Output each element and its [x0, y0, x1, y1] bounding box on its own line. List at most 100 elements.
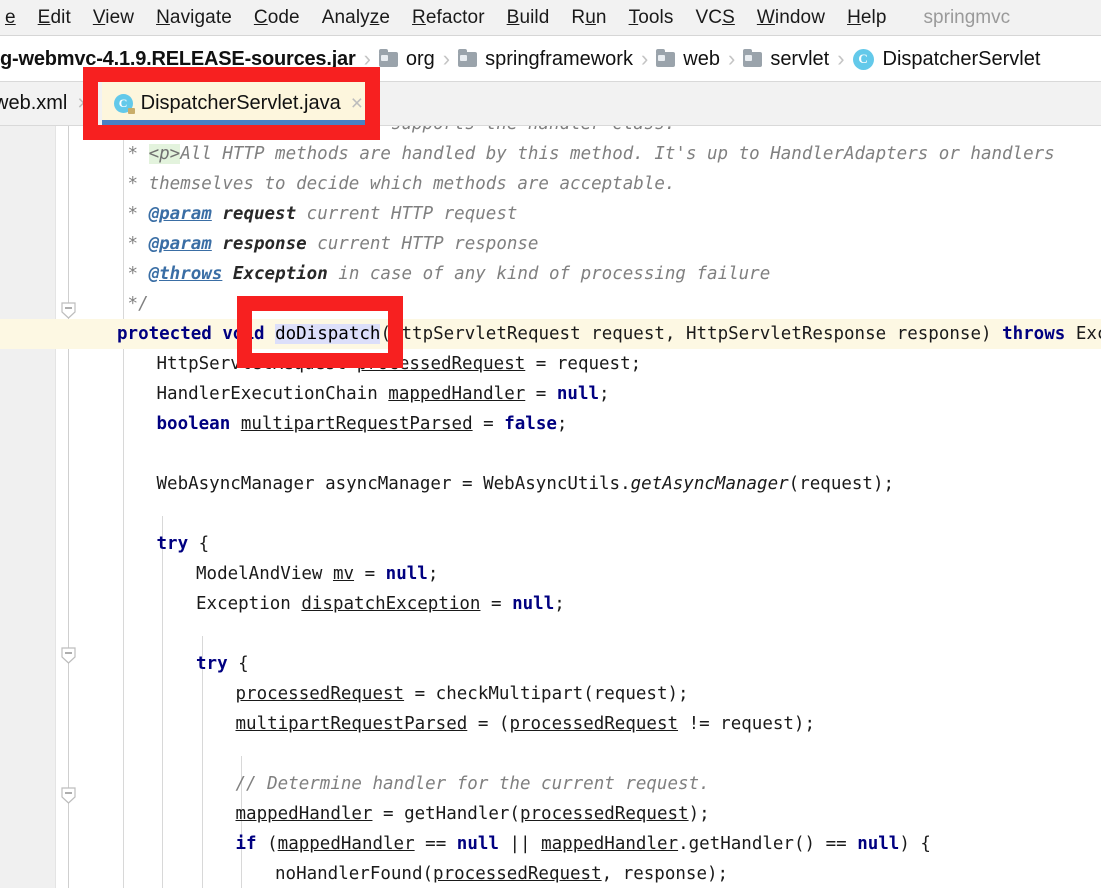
- folder-icon: [378, 48, 398, 67]
- code-line[interactable]: boolean multipartRequestParsed = false;: [0, 409, 1101, 439]
- code-token: current HTTP response: [306, 234, 539, 254]
- code-line[interactable]: multipartRequestParsed = (processedReque…: [0, 709, 1101, 739]
- breadcrumb-item-springframework[interactable]: springframework: [458, 48, 633, 71]
- menu-item-edit[interactable]: Edit: [27, 0, 82, 36]
- menu-item-tools[interactable]: Tools: [618, 0, 685, 36]
- code-token: response: [222, 234, 307, 254]
- code-token: = (: [467, 714, 510, 734]
- code-line[interactable]: // Determine handler for the current req…: [0, 769, 1101, 799]
- code-token: .getHandler() ==: [678, 834, 858, 854]
- code-token: @throws: [148, 264, 223, 284]
- code-line[interactable]: * @param response current HTTP response: [0, 229, 1101, 259]
- code-line[interactable]: noHandlerFound(processedRequest, respons…: [0, 859, 1101, 888]
- tab-label: web.xml: [0, 92, 68, 114]
- code-token: */: [117, 294, 149, 314]
- menu-item-run[interactable]: Run: [560, 0, 617, 36]
- code-token: dispatchException: [301, 594, 481, 614]
- code-token: != request);: [678, 714, 815, 734]
- breadcrumb-item-web[interactable]: web: [656, 48, 720, 71]
- code-token: current HTTP request: [296, 204, 518, 224]
- code-token: // Determine handler for the current req…: [235, 774, 710, 794]
- code-token: Exception: [196, 594, 302, 614]
- code-line[interactable]: HandlerExecutionChain mappedHandler = nu…: [0, 379, 1101, 409]
- code-line[interactable]: WebAsyncManager asyncManager = WebAsyncU…: [0, 469, 1101, 499]
- menu-bar: e Edit View Navigate Code Analyze Refactor Buil…: [0, 0, 1101, 36]
- code-editor[interactable]: @ * in find the first that supports the …: [0, 126, 1101, 888]
- code-token: null: [512, 594, 555, 614]
- code-token: mappedHandler: [235, 804, 373, 824]
- code-line[interactable]: [0, 739, 1101, 769]
- code-content[interactable]: * in find the first that supports the ha…: [0, 126, 1101, 888]
- code-token: in case of any kind of processing failur…: [327, 264, 771, 284]
- code-line[interactable]: try {: [0, 649, 1101, 679]
- folder-icon: [743, 48, 763, 67]
- code-token: =: [472, 414, 505, 434]
- code-token: try: [156, 534, 189, 554]
- breadcrumb-separator-icon: ›: [727, 46, 736, 71]
- code-line[interactable]: try {: [0, 529, 1101, 559]
- menu-item-refactor[interactable]: Refactor: [401, 0, 496, 36]
- code-token: boolean: [156, 414, 231, 434]
- code-line[interactable]: * @throws Exception in case of any kind …: [0, 259, 1101, 289]
- breadcrumb-item-org[interactable]: org: [378, 47, 435, 71]
- breadcrumb-separator-icon: ›: [640, 46, 649, 71]
- menu-item-e[interactable]: e: [0, 0, 27, 36]
- menu-item-code[interactable]: Code: [243, 0, 311, 36]
- class-icon: C: [852, 48, 874, 70]
- code-token: mappedHandler: [277, 834, 415, 854]
- code-token: =: [480, 594, 513, 614]
- code-line[interactable]: if (mappedHandler == null || mappedHandl…: [0, 829, 1101, 859]
- menu-item-build[interactable]: Build: [496, 0, 561, 36]
- code-line[interactable]: [0, 499, 1101, 529]
- code-token: null: [857, 834, 900, 854]
- code-line[interactable]: HttpServletRequest processedRequest = re…: [0, 349, 1101, 379]
- code-line[interactable]: [0, 439, 1101, 469]
- menu-item-vcs[interactable]: VCS: [684, 0, 745, 36]
- breadcrumb-label: springframework: [485, 47, 633, 70]
- code-token: ;: [599, 384, 610, 404]
- code-token: ==: [414, 834, 457, 854]
- code-line[interactable]: * themselves to decide which methods are…: [0, 169, 1101, 199]
- breadcrumb-label: DispatcherServlet: [882, 47, 1041, 70]
- code-token: protected: [117, 324, 212, 344]
- code-token: processedRequest: [519, 804, 689, 824]
- code-line[interactable]: protected void doDispatch(HttpServletReq…: [0, 319, 1101, 349]
- code-token: ) {: [899, 834, 931, 854]
- menu-item-analyze[interactable]: Analyze: [311, 0, 401, 36]
- menu-item-window[interactable]: Window: [746, 0, 836, 36]
- code-line[interactable]: processedRequest = checkMultipart(reques…: [0, 679, 1101, 709]
- code-token: mappedHandler: [541, 834, 679, 854]
- code-token: *: [117, 204, 149, 224]
- breadcrumb-label: org: [405, 47, 435, 70]
- code-token: try: [196, 654, 228, 674]
- code-token: request: [222, 204, 297, 224]
- code-line[interactable]: */: [0, 289, 1101, 319]
- menu-item-view[interactable]: View: [82, 0, 145, 36]
- code-token: if: [235, 834, 257, 854]
- code-line[interactable]: Exception dispatchException = null;: [0, 589, 1101, 619]
- code-token: ModelAndView: [196, 564, 333, 584]
- menu-item-help[interactable]: Help: [836, 0, 897, 36]
- menu-item-navigate[interactable]: Navigate: [145, 0, 243, 36]
- code-line[interactable]: mappedHandler = getHandler(processedRequ…: [0, 799, 1101, 829]
- code-token: ||: [498, 834, 542, 854]
- code-token: HandlerExecutionChain: [156, 384, 389, 404]
- code-token: Exception: [232, 264, 328, 284]
- code-line[interactable]: * @param request current HTTP request: [0, 199, 1101, 229]
- code-token: false: [504, 414, 557, 434]
- code-line[interactable]: [0, 619, 1101, 649]
- menu-items: e Edit View Navigate Code Analyze Refactor Buil…: [0, 0, 898, 36]
- code-token: processedRequest: [509, 714, 679, 734]
- code-token: processedRequest: [235, 684, 405, 704]
- code-line[interactable]: ModelAndView mv = null;: [0, 559, 1101, 589]
- project-name-label: springmvc: [923, 6, 1011, 28]
- code-token: =: [525, 384, 557, 404]
- code-token: =: [354, 564, 386, 584]
- code-token: (HttpServletRequest request, HttpServlet…: [380, 324, 1003, 344]
- code-line[interactable]: * <p>All HTTP methods are handled by thi…: [0, 139, 1101, 169]
- breadcrumb-item-dispatcherservlet[interactable]: C DispatcherServlet: [852, 47, 1041, 71]
- breadcrumb-item-servlet[interactable]: servlet: [743, 48, 829, 71]
